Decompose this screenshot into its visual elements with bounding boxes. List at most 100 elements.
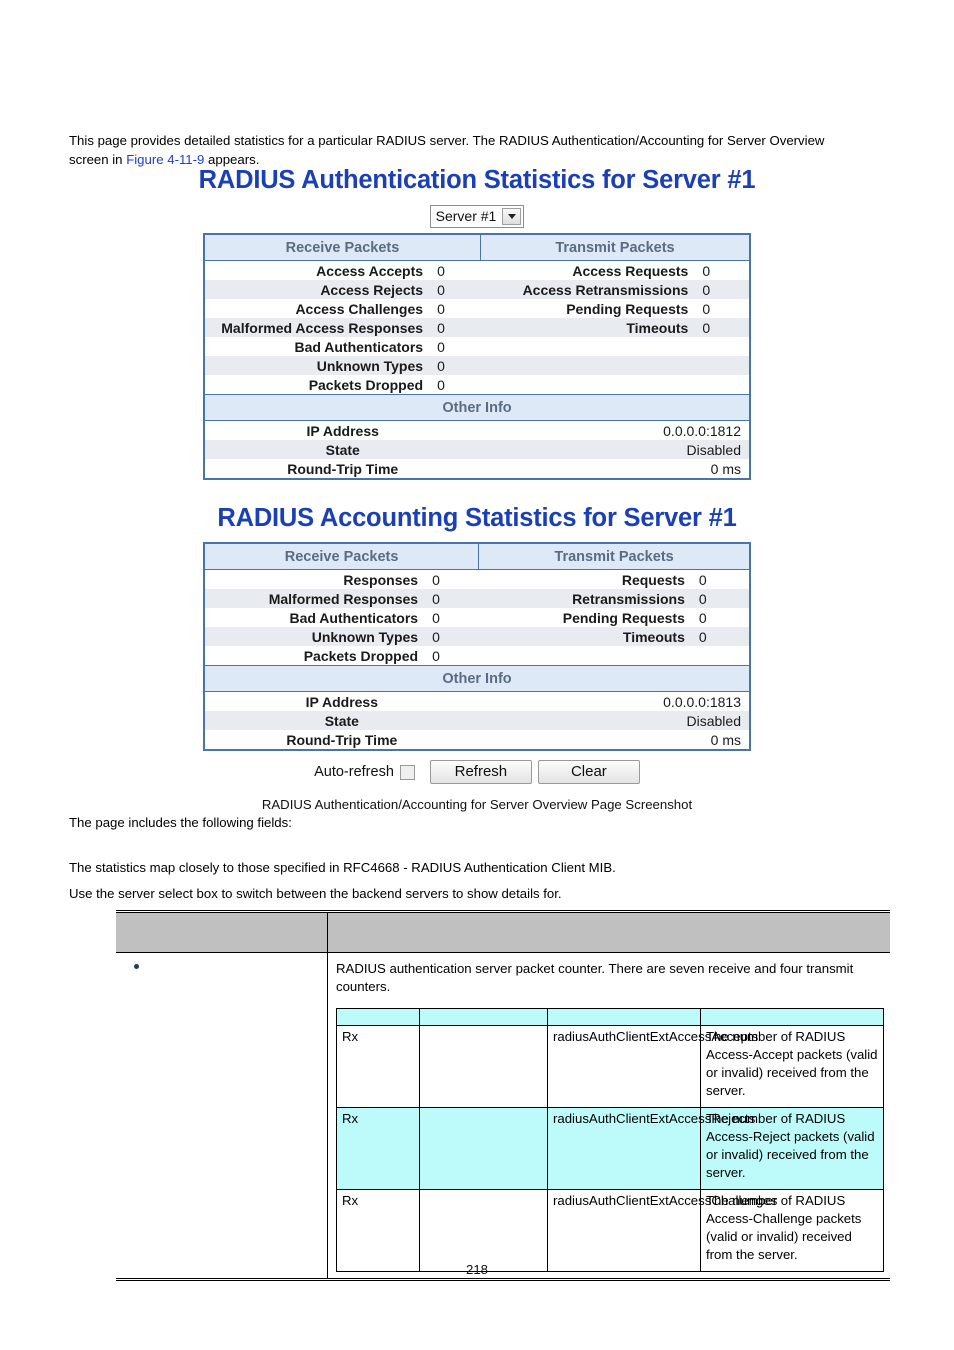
counters-table: Rx radiusAuthClientExtAccessAccepts The … [336,1008,884,1272]
rx-label: Bad Authenticators [294,338,424,355]
other-info-label: Round-Trip Time [286,731,398,748]
tx-label: Requests [621,571,685,588]
table-row: Malformed Access Responses 0 Timeouts 0 [204,318,750,337]
figure-caption: RADIUS Authentication/Accounting for Ser… [261,797,693,812]
tx-label: Pending Requests [566,300,689,317]
fields-header-description [327,911,890,953]
auth-page-title: RADIUS Authentication Statistics for Ser… [198,166,756,194]
tx-label: Timeouts [480,318,697,337]
acct-other-info-header: Other Info [204,665,750,692]
rx-value: 0 [437,376,445,393]
rx-value: 0 [431,280,481,299]
other-info-label: IP Address [306,422,379,439]
table-row: Access Rejects 0 Access Retransmissions … [204,280,750,299]
fields-header-row [116,911,890,953]
auth-table-header-row: Receive Packets Transmit Packets [204,234,750,261]
acct-table-header-row: Receive Packets Transmit Packets [204,543,750,570]
counter-name: radiusAuthClientExtAccessAccepts [547,1025,758,1108]
acct-page-title: RADIUS Accounting Statistics for Server … [217,504,737,532]
tx-label [480,337,696,356]
rx-value: 0 [437,300,445,317]
fields-description-cell: RADIUS authentication server packet coun… [328,953,891,1280]
rx-value: 0 [432,647,440,664]
rx-value: 0 [426,589,479,608]
rx-value: 0 [437,338,445,355]
other-info-label: State [204,711,479,730]
auth-other-info-header-row: Other Info [204,394,750,421]
acct-statistics-table: Receive Packets Transmit Packets Respons… [203,542,751,751]
tx-label: Retransmissions [478,589,693,608]
auth-receive-header: Receive Packets [204,234,481,261]
other-info-label: Round-Trip Time [287,460,399,477]
other-info-value: 0.0.0.0:1813 [663,693,741,710]
table-row: Unknown Types 0 Timeouts 0 [204,627,750,646]
table-row: Malformed Responses 0 Retransmissions 0 [204,589,750,608]
body-line-1: The page includes the following fields: [69,815,292,830]
rx-label: Unknown Types [204,356,432,375]
rx-label: Malformed Access Responses [204,318,432,337]
page-number: 218 [465,1262,488,1277]
acct-transmit-header: Transmit Packets [478,543,750,570]
table-row: Rx radiusAuthClientExtAccessAccepts The … [336,1025,884,1108]
table-row: Round-Trip Time 0 ms [204,730,750,750]
fields-object-cell [116,952,328,1280]
auto-refresh-checkbox[interactable] [399,764,415,780]
rx-label: Malformed Responses [204,589,427,608]
embedded-screenshot: RADIUS Authentication Statistics for Ser… [0,160,954,812]
tx-value: 0 [692,627,750,646]
rx-value: 0 [431,356,481,375]
tx-value: 0 [698,609,707,626]
tx-label: Timeouts [478,627,693,646]
tx-value [696,337,750,356]
rx-value: 0 [432,609,440,626]
body-line-2: The statistics map closely to those spec… [69,860,616,875]
tx-label: Access Retransmissions [480,280,697,299]
counters-header-row [336,1008,884,1026]
table-row: IP Address 0.0.0.0:1812 [204,421,750,441]
auth-statistics-table: Receive Packets Transmit Packets Access … [203,233,751,480]
table-row: Access Challenges 0 Pending Requests 0 [204,299,750,318]
fields-body-row: RADIUS authentication server packet coun… [116,952,891,1280]
rx-label: Packets Dropped [308,376,424,393]
refresh-button[interactable]: Refresh [429,760,532,784]
tx-value: 0 [702,262,711,279]
rx-label: Access Accepts [316,262,424,279]
counters-header-direction [336,1008,420,1026]
rx-label: Access Rejects [204,280,432,299]
table-row: Rx radiusAuthClientExtAccessChallenges T… [336,1189,884,1272]
chevron-down-icon[interactable] [502,208,522,225]
table-row: Unknown Types 0 [204,356,750,375]
tx-label [480,356,697,375]
bullet-icon [134,964,139,970]
counters-header-name [547,1008,701,1026]
rx-value: 0 [426,627,479,646]
server-select[interactable]: Server #1 [429,205,525,228]
acct-receive-header: Receive Packets [204,543,480,570]
rx-label: Access Challenges [295,300,424,317]
tx-value [693,646,750,666]
other-info-value: 0 ms [710,460,741,477]
tx-label: Access Requests [572,262,689,279]
rx-value: 0 [431,318,481,337]
rx-value: 0 [432,571,440,588]
table-row: Bad Authenticators 0 Pending Requests 0 [204,608,750,627]
other-info-value: 0.0.0.0:1812 [663,422,741,439]
tx-value: 0 [698,571,707,588]
auth-other-info-header: Other Info [204,394,750,421]
table-row: Packets Dropped 0 [204,375,750,395]
table-row: IP Address 0.0.0.0:1813 [204,692,750,712]
tx-label [479,646,693,666]
counters-header-description [700,1008,884,1026]
counter-description: The number of RADIUS Access-Reject packe… [700,1107,884,1190]
table-row: Responses 0 Requests 0 [204,570,750,590]
counter-name: radiusAuthClientExtAccessRejects [547,1107,755,1190]
acct-other-info-header-row: Other Info [204,665,750,692]
table-row: State Disabled [204,711,750,730]
tx-value: 0 [696,280,750,299]
body-line-3: Use the server select box to switch betw… [69,886,562,901]
rx-label: Unknown Types [204,627,427,646]
tx-value [696,375,750,395]
server-select-row: Server #1 [0,205,954,228]
counter-blank [419,1025,548,1108]
clear-button[interactable]: Clear [537,760,640,784]
